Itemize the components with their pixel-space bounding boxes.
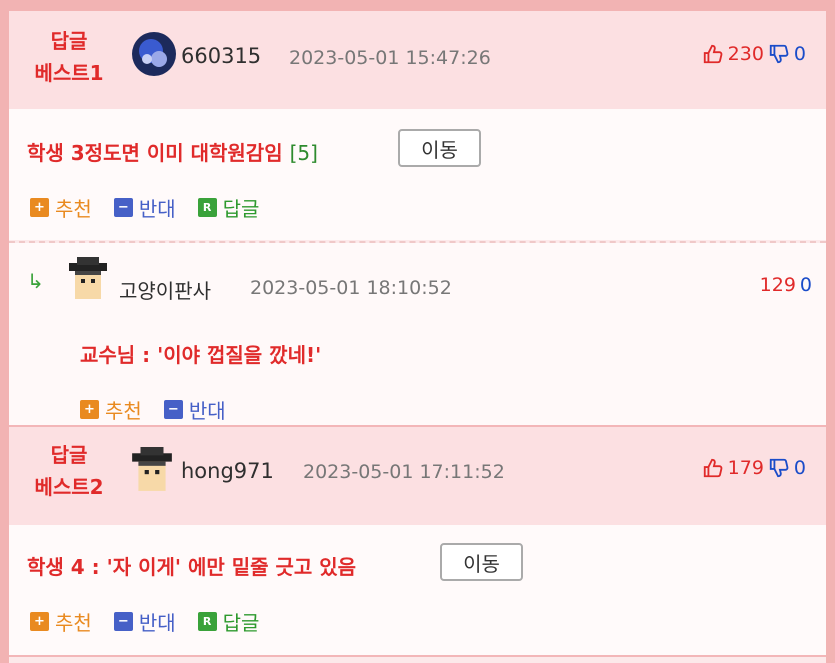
user-avatar[interactable] [131, 31, 177, 77]
vote-counts: 179 0 [702, 457, 806, 479]
best-comment-body: 학생 3정도면 이미 대학원감임 [5] 이동 + 추천 − 반대 R 답글 [9, 109, 826, 240]
recommend-button[interactable]: + 추천 [30, 193, 92, 222]
best-label: 답글 베스트2 [23, 439, 115, 503]
minus-icon: − [113, 198, 133, 217]
thumbs-down-icon[interactable] [768, 43, 790, 65]
thumbs-up-icon[interactable] [702, 43, 724, 65]
post-date: 2023-05-01 17:11:52 [303, 461, 505, 483]
user-avatar[interactable] [130, 447, 174, 493]
best-comment-body: 학생 4 : '자 이게' 에만 밑줄 긋고 있음 이동 + 추천 − 반대 R… [9, 525, 826, 655]
plus-icon: + [80, 400, 99, 419]
down-count: 0 [793, 43, 806, 65]
minus-icon: − [163, 400, 183, 419]
up-count: 129 [759, 274, 796, 296]
comment-list: 답글 베스트1 660315 2023-05-01 15:47:26 230 0… [9, 11, 826, 663]
best-label-line1: 답글 [50, 29, 88, 53]
post-date: 2023-05-01 15:47:26 [289, 47, 491, 69]
oppose-label: 반대 [188, 399, 226, 423]
best-label: 답글 베스트1 [23, 25, 115, 89]
down-count: 0 [799, 274, 812, 296]
up-count: 179 [727, 457, 764, 479]
reply-count: [5] [289, 141, 318, 165]
recommend-label: 추천 [105, 399, 142, 423]
user-nick[interactable]: 660315 [181, 44, 261, 68]
reply-label: 답글 [222, 611, 260, 635]
divider [9, 655, 826, 657]
comment-text: 학생 3정도면 이미 대학원감임 [27, 141, 283, 165]
best-comment-header: 답글 베스트1 660315 2023-05-01 15:47:26 230 0 [9, 11, 826, 109]
reply-button[interactable]: R 답글 [197, 193, 260, 222]
user-nick[interactable]: hong971 [181, 459, 274, 483]
down-count: 0 [793, 457, 806, 479]
oppose-label: 반대 [138, 197, 176, 221]
comment-actions: + 추천 − 반대 R 답글 [30, 607, 281, 636]
best-comment-header: 답글 베스트2 hong971 2023-05-01 17:11:52 179 … [9, 427, 826, 525]
comment-title[interactable]: 학생 3정도면 이미 대학원감임 [5] [27, 137, 318, 166]
reply-icon: R [197, 612, 217, 631]
comment-text: 교수님 : '이야 껍질을 깠네!' [80, 343, 322, 367]
post-date: 2023-05-01 18:10:52 [250, 277, 452, 299]
move-button[interactable]: 이동 [398, 129, 481, 167]
best-label-line1: 답글 [50, 443, 88, 467]
user-nick[interactable]: 고양이판사 [119, 275, 211, 304]
thumbs-up-icon[interactable] [702, 457, 724, 479]
user-avatar[interactable] [67, 257, 109, 301]
oppose-button[interactable]: − 반대 [163, 395, 226, 424]
best-label-line2: 베스트2 [34, 475, 104, 499]
recommend-button[interactable]: + 추천 [80, 395, 142, 424]
reply-button[interactable]: R 답글 [197, 607, 260, 636]
up-count: 230 [727, 43, 764, 65]
best-label-line2: 베스트1 [34, 61, 104, 85]
oppose-button[interactable]: − 반대 [113, 193, 176, 222]
oppose-button[interactable]: − 반대 [113, 607, 176, 636]
reply-label: 답글 [222, 197, 260, 221]
comment-actions: + 추천 − 반대 R 답글 [30, 193, 281, 222]
recommend-label: 추천 [55, 611, 92, 635]
reply-arrow-icon: ↳ [27, 269, 44, 293]
comment-actions: + 추천 − 반대 [80, 395, 248, 424]
oppose-label: 반대 [138, 611, 176, 635]
comment-text[interactable]: 학생 4 : '자 이게' 에만 밑줄 긋고 있음 [27, 551, 356, 580]
recommend-button[interactable]: + 추천 [30, 607, 92, 636]
minus-icon: − [113, 612, 133, 631]
thumbs-down-icon[interactable] [768, 457, 790, 479]
plus-icon: + [30, 612, 49, 631]
reply-icon: R [197, 198, 217, 217]
recommend-label: 추천 [55, 197, 92, 221]
move-button[interactable]: 이동 [440, 543, 523, 581]
reply-comment: ↳ 고양이판사 2023-05-01 18:10:52 129 0 교수님 : … [9, 243, 826, 425]
vote-counts: 129 0 [760, 274, 812, 296]
plus-icon: + [30, 198, 49, 217]
vote-counts: 230 0 [702, 43, 806, 65]
